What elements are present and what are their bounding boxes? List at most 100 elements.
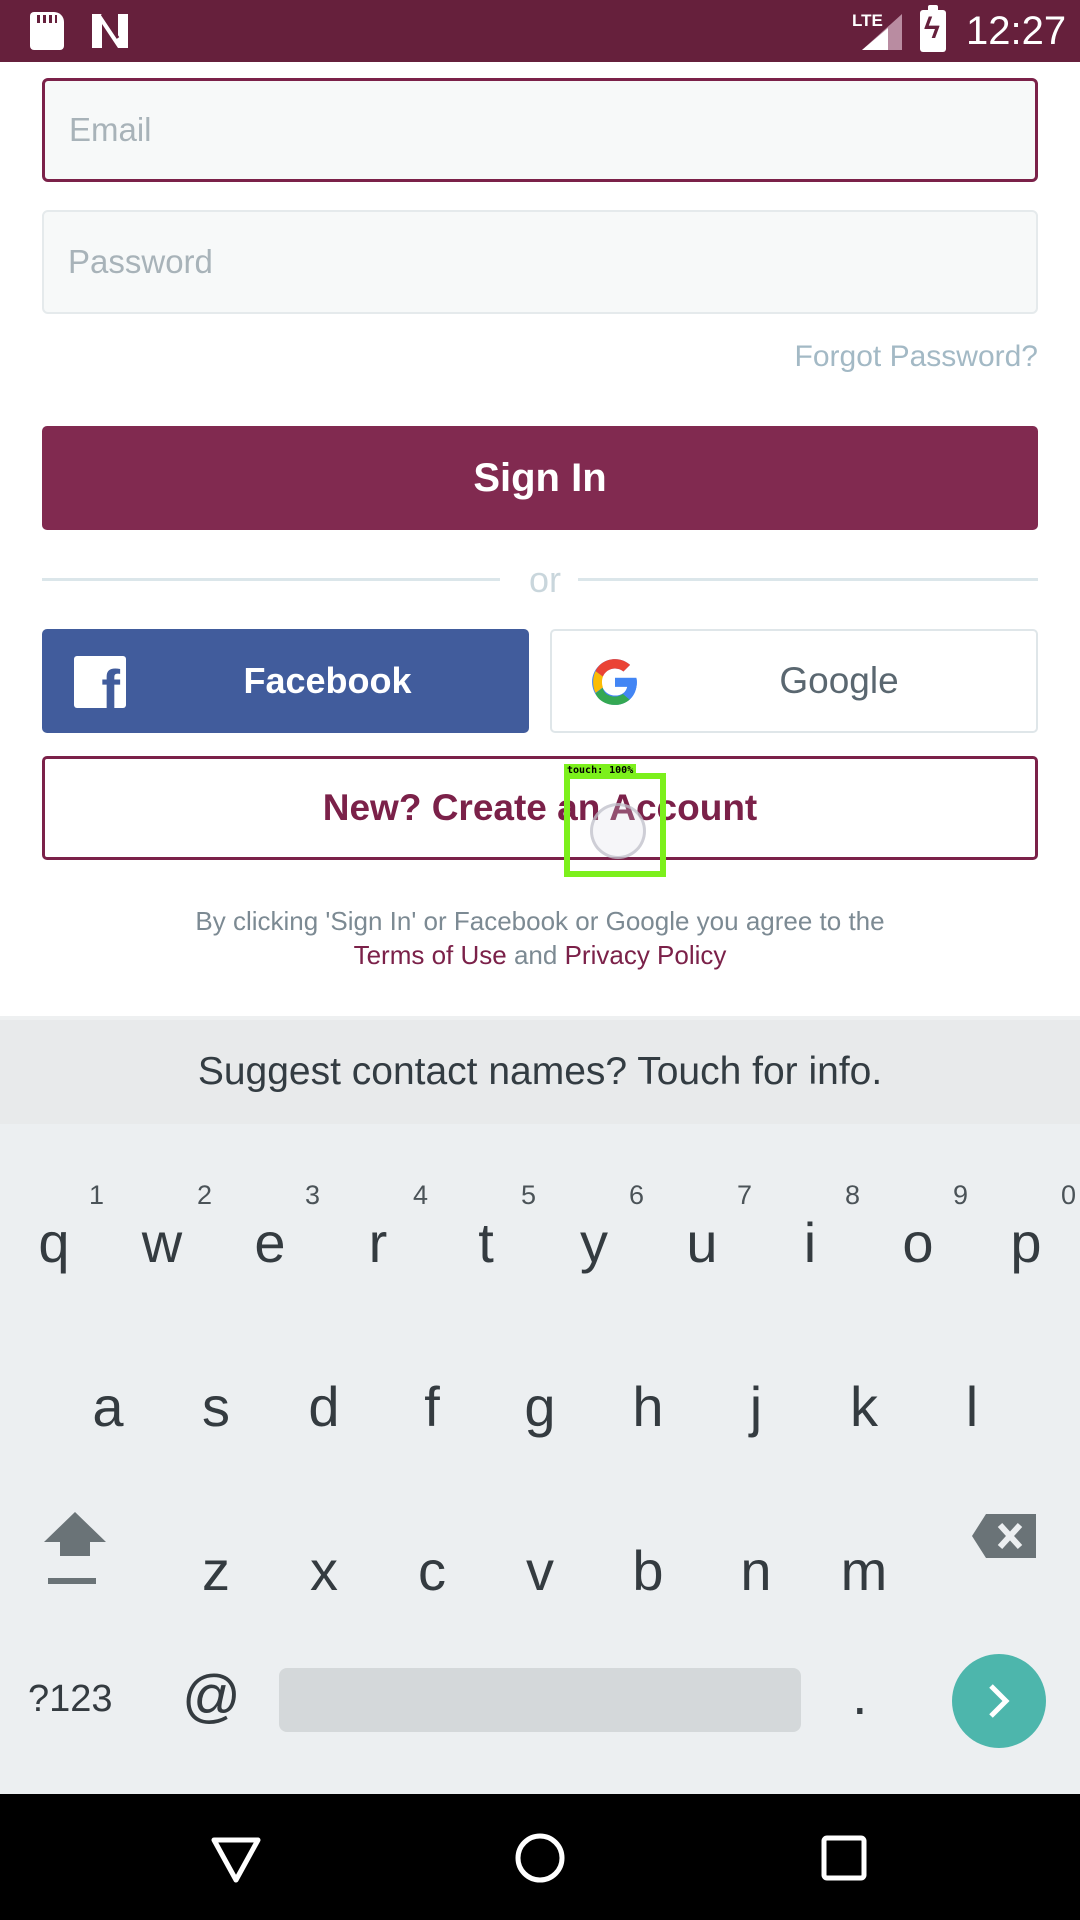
key-label: m bbox=[840, 1539, 888, 1602]
sign-in-button[interactable]: Sign In bbox=[42, 426, 1038, 530]
key-b[interactable]: b bbox=[594, 1536, 702, 1606]
key-hint: 2 bbox=[196, 1180, 212, 1210]
key-label: j bbox=[749, 1375, 763, 1438]
status-bar: LTE 12:27 bbox=[0, 0, 1080, 62]
key-a[interactable]: a bbox=[54, 1372, 162, 1442]
key-label: k bbox=[850, 1375, 878, 1438]
key-label: o bbox=[902, 1211, 934, 1274]
key-label: x bbox=[310, 1539, 338, 1602]
legal-and: and bbox=[513, 940, 558, 970]
forgot-password-link[interactable]: Forgot Password? bbox=[795, 340, 1038, 374]
key-label: r bbox=[368, 1211, 388, 1274]
touch-indicator bbox=[564, 773, 666, 877]
key-hint: 4 bbox=[412, 1180, 428, 1210]
email-field[interactable]: Email bbox=[42, 78, 1038, 182]
create-account-button[interactable]: New? Create an Account bbox=[42, 756, 1038, 860]
legal-text: By clicking 'Sign In' or Facebook or Goo… bbox=[42, 904, 1038, 972]
key-f[interactable]: f bbox=[378, 1372, 486, 1442]
key-hint: 6 bbox=[628, 1180, 644, 1210]
shift-key[interactable] bbox=[40, 1508, 110, 1598]
key-q[interactable]: q1 bbox=[0, 1180, 108, 1278]
sd-card-icon bbox=[30, 12, 64, 50]
key-label: c bbox=[418, 1539, 446, 1602]
key-d[interactable]: d bbox=[270, 1372, 378, 1442]
keyboard: q1w2e3r4t5y6u7i8o9p0 asdfghjkl zxcvbnm ?… bbox=[0, 1124, 1080, 1794]
key-z[interactable]: z bbox=[162, 1536, 270, 1606]
key-label: z bbox=[202, 1539, 230, 1602]
legal-prefix: By clicking 'Sign In' or Facebook or Goo… bbox=[195, 906, 885, 936]
key-v[interactable]: v bbox=[486, 1536, 594, 1606]
key-y[interactable]: y6 bbox=[540, 1180, 648, 1278]
navigation-bar bbox=[0, 1794, 1080, 1920]
battery-charging-icon bbox=[920, 5, 946, 52]
enter-key[interactable] bbox=[952, 1654, 1046, 1748]
key-hint: 5 bbox=[520, 1180, 536, 1210]
google-icon bbox=[592, 659, 637, 705]
facebook-button[interactable]: f Facebook bbox=[42, 629, 529, 733]
key-i[interactable]: i8 bbox=[756, 1180, 864, 1278]
n-notification-icon bbox=[92, 13, 128, 48]
symbols-key[interactable]: ?123 bbox=[28, 1674, 113, 1724]
google-button[interactable]: Google bbox=[550, 629, 1038, 733]
key-hint: 0 bbox=[1060, 1180, 1076, 1210]
divider-line-right bbox=[578, 578, 1038, 581]
key-hint: 9 bbox=[952, 1180, 968, 1210]
key-c[interactable]: c bbox=[378, 1536, 486, 1606]
key-hint: 8 bbox=[844, 1180, 860, 1210]
key-p[interactable]: p0 bbox=[972, 1180, 1080, 1278]
key-w[interactable]: w2 bbox=[108, 1180, 216, 1278]
signal-icon bbox=[862, 14, 902, 50]
period-key[interactable]: . bbox=[852, 1662, 868, 1728]
key-label: e bbox=[254, 1211, 286, 1274]
google-button-label: Google bbox=[779, 660, 899, 701]
key-u[interactable]: u7 bbox=[648, 1180, 756, 1278]
key-hint: 7 bbox=[736, 1180, 752, 1210]
key-r[interactable]: r4 bbox=[324, 1180, 432, 1278]
key-h[interactable]: h bbox=[594, 1372, 702, 1442]
key-o[interactable]: o9 bbox=[864, 1180, 972, 1278]
key-t[interactable]: t5 bbox=[432, 1180, 540, 1278]
key-label: l bbox=[965, 1375, 979, 1438]
facebook-icon: f bbox=[74, 656, 126, 708]
backspace-key[interactable] bbox=[970, 1512, 1038, 1560]
recents-icon[interactable] bbox=[816, 1830, 872, 1886]
or-label: or bbox=[528, 559, 561, 600]
privacy-policy-link[interactable]: Privacy Policy bbox=[565, 940, 727, 970]
key-label: u bbox=[686, 1211, 718, 1274]
key-s[interactable]: s bbox=[162, 1372, 270, 1442]
divider-line-left bbox=[42, 578, 500, 581]
at-key[interactable]: @ bbox=[182, 1664, 241, 1730]
key-label: t bbox=[478, 1211, 494, 1274]
key-label: p bbox=[1010, 1211, 1042, 1274]
back-icon[interactable] bbox=[208, 1830, 264, 1886]
key-m[interactable]: m bbox=[810, 1536, 918, 1606]
key-label: w bbox=[141, 1211, 183, 1274]
key-e[interactable]: e3 bbox=[216, 1180, 324, 1278]
key-label: n bbox=[740, 1539, 772, 1602]
key-label: g bbox=[524, 1375, 556, 1438]
key-k[interactable]: k bbox=[810, 1372, 918, 1442]
key-g[interactable]: g bbox=[486, 1372, 594, 1442]
password-field[interactable]: Password bbox=[42, 210, 1038, 314]
key-label: b bbox=[632, 1539, 664, 1602]
key-n[interactable]: n bbox=[702, 1536, 810, 1606]
key-hint: 1 bbox=[88, 1180, 104, 1210]
key-label: v bbox=[526, 1539, 554, 1602]
chevron-right-icon bbox=[989, 1684, 1010, 1718]
home-icon[interactable] bbox=[512, 1830, 568, 1886]
key-hint: 3 bbox=[304, 1180, 320, 1210]
clock: 12:27 bbox=[966, 9, 1067, 53]
key-label: d bbox=[308, 1375, 340, 1438]
key-x[interactable]: x bbox=[270, 1536, 378, 1606]
key-label: i bbox=[803, 1211, 817, 1274]
facebook-button-label: Facebook bbox=[243, 660, 412, 701]
key-label: h bbox=[632, 1375, 664, 1438]
key-label: y bbox=[580, 1211, 608, 1274]
terms-of-use-link[interactable]: Terms of Use bbox=[354, 940, 507, 970]
key-j[interactable]: j bbox=[702, 1372, 810, 1442]
key-label: f bbox=[424, 1375, 440, 1438]
key-label: a bbox=[92, 1375, 124, 1438]
keyboard-suggestion-strip[interactable]: Suggest contact names? Touch for info. bbox=[0, 1016, 1080, 1124]
key-l[interactable]: l bbox=[918, 1372, 1026, 1442]
space-key[interactable] bbox=[279, 1668, 801, 1732]
